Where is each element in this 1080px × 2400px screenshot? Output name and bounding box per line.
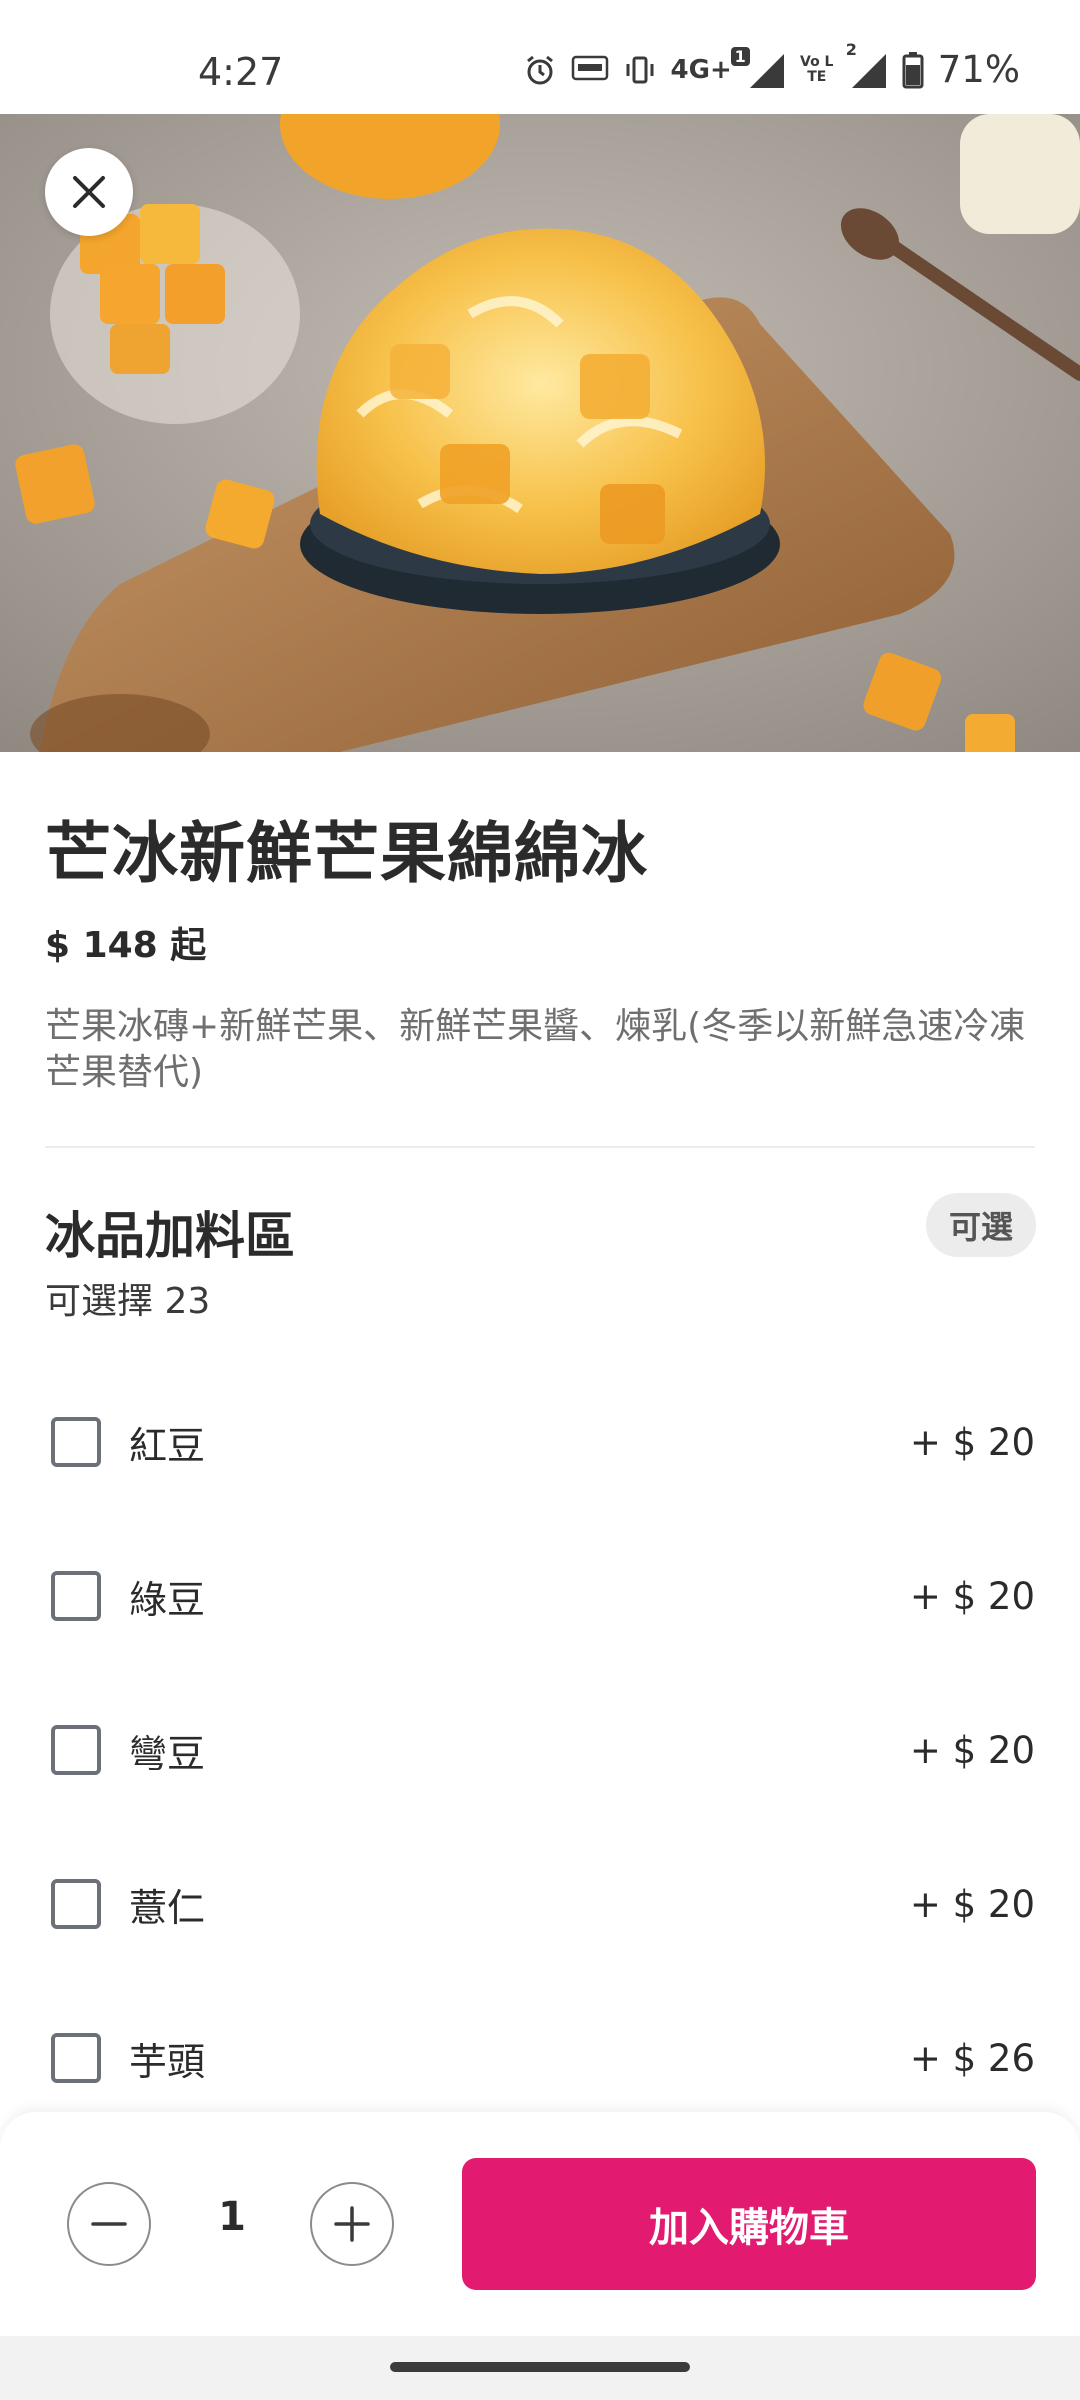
addon-option[interactable]: 薏仁 + $ 20 bbox=[45, 1854, 1035, 1954]
addon-option[interactable]: 芋頭 + $ 26 bbox=[45, 2008, 1035, 2108]
mango-shaved-ice-illustration bbox=[0, 114, 1080, 752]
addon-option-label: 彎豆 bbox=[129, 1731, 206, 1776]
addon-option-price: + $ 20 bbox=[909, 1882, 1035, 1926]
add-to-cart-button[interactable]: 加入購物車 bbox=[462, 2158, 1036, 2290]
addon-option[interactable]: 彎豆 + $ 20 bbox=[45, 1700, 1035, 1800]
sim2-badge: 2 bbox=[845, 39, 857, 59]
addon-option-price: + $ 26 bbox=[909, 2036, 1035, 2080]
battery-percentage: 71% bbox=[937, 48, 1020, 91]
divider bbox=[45, 1146, 1035, 1148]
minus-icon bbox=[91, 2222, 127, 2226]
addon-option[interactable]: 紅豆 + $ 20 bbox=[45, 1392, 1035, 1492]
vibrate-icon bbox=[623, 53, 657, 87]
addon-option[interactable]: 綠豆 + $ 20 bbox=[45, 1546, 1035, 1646]
product-price: $ 148 起 bbox=[45, 925, 207, 966]
auto-hz-icon bbox=[571, 55, 609, 85]
addon-option-price: + $ 20 bbox=[909, 1574, 1035, 1618]
alarm-icon bbox=[523, 53, 557, 87]
addon-option-price: + $ 20 bbox=[909, 1420, 1035, 1464]
addons-subtitle: 可選擇 23 bbox=[45, 1281, 211, 1322]
status-icons: 4G+ 1 Vo LTE 2 71% bbox=[523, 40, 1020, 91]
checkbox[interactable] bbox=[51, 2033, 101, 2083]
product-description: 芒果冰磚+新鮮芒果、新鮮芒果醬、煉乳(冬季以新鮮急速冷凍芒果替代) bbox=[45, 1006, 1026, 1093]
volte-icon: Vo LTE bbox=[800, 53, 834, 85]
product-image bbox=[0, 114, 1080, 752]
checkbox[interactable] bbox=[51, 1417, 101, 1467]
volte-label: Vo LTE bbox=[800, 53, 834, 85]
checkbox[interactable] bbox=[51, 1879, 101, 1929]
addon-option-label: 紅豆 bbox=[129, 1423, 206, 1468]
addon-option-label: 綠豆 bbox=[129, 1577, 206, 1622]
decrease-quantity-button[interactable] bbox=[67, 2182, 151, 2266]
product-detail-screen: 4:27 4G+ 1 Vo LTE 2 71% 芒冰新鮮芒果綿綿冰 $ 148 … bbox=[0, 0, 1080, 2400]
home-indicator[interactable] bbox=[390, 2362, 690, 2372]
plus-icon bbox=[334, 2206, 370, 2242]
optional-badge: 可選 bbox=[926, 1193, 1036, 1257]
quantity-value: 1 bbox=[218, 2194, 246, 2240]
signal-icon-2: 2 bbox=[846, 40, 888, 90]
status-time: 4:27 bbox=[198, 50, 284, 94]
addon-option-label: 薏仁 bbox=[129, 1885, 206, 1930]
close-icon bbox=[73, 176, 105, 208]
increase-quantity-button[interactable] bbox=[310, 2182, 394, 2266]
addon-option-price: + $ 20 bbox=[909, 1728, 1035, 1772]
sim1-badge: 1 bbox=[730, 46, 750, 66]
close-button[interactable] bbox=[45, 148, 133, 236]
battery-icon bbox=[902, 51, 924, 89]
status-bar: 4:27 4G+ 1 Vo LTE 2 71% bbox=[0, 0, 1080, 114]
addons-title: 冰品加料區 bbox=[45, 1207, 295, 1265]
checkbox[interactable] bbox=[51, 1725, 101, 1775]
product-title: 芒冰新鮮芒果綿綿冰 bbox=[45, 815, 648, 892]
signal-icon bbox=[746, 50, 786, 90]
4g-plus-icon: 4G+ 1 bbox=[670, 46, 750, 85]
network-type: 4G+ bbox=[670, 54, 732, 85]
addon-option-label: 芋頭 bbox=[129, 2039, 206, 2084]
checkbox[interactable] bbox=[51, 1571, 101, 1621]
